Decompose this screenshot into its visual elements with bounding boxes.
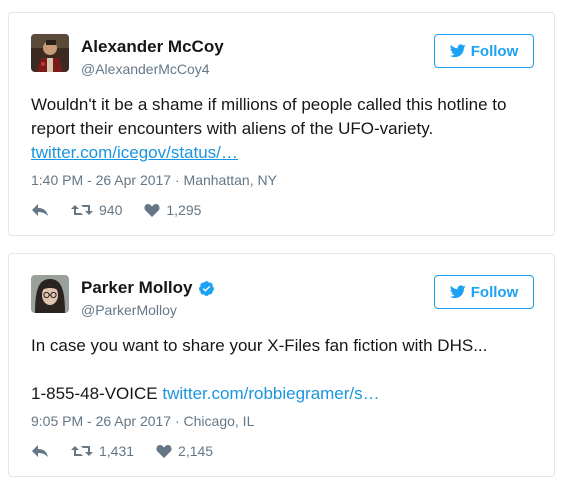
twitter-bird-icon: [449, 44, 466, 58]
retweet-icon: [71, 446, 93, 456]
like-button[interactable]: 2,145: [156, 443, 213, 459]
like-icon: [156, 445, 172, 458]
tweet-card: Alexander McCoy @AlexanderMcCoy4 Follow …: [8, 12, 555, 236]
avatar[interactable]: [31, 34, 69, 72]
author-name[interactable]: Alexander McCoy: [81, 37, 224, 57]
tweet-actions: 1,431 2,145: [31, 443, 235, 459]
retweet-button[interactable]: 940: [71, 202, 122, 218]
follow-label: Follow: [470, 283, 519, 301]
tweet-text-line: 1-855-48-VOICE twitter.com/robbiegramer/…: [31, 382, 536, 406]
like-count: 2,145: [178, 443, 214, 459]
tweet-actions: 940 1,295: [31, 202, 223, 218]
tweet-link[interactable]: twitter.com/robbiegramer/s…: [162, 384, 379, 403]
tweet-text: Wouldn't it be a shame if millions of pe…: [31, 93, 536, 165]
like-icon: [144, 204, 160, 217]
avatar[interactable]: [31, 275, 69, 313]
tweet-timestamp-location[interactable]: 9:05 PM - 26 Apr 2017 · Chicago, IL: [31, 413, 254, 429]
retweet-icon: [71, 205, 93, 215]
tweet-timestamp-location[interactable]: 1:40 PM - 26 Apr 2017 · Manhattan, NY: [31, 172, 277, 188]
like-count: 1,295: [166, 202, 202, 218]
reply-icon: [32, 204, 48, 216]
follow-button[interactable]: Follow: [434, 34, 534, 68]
follow-button[interactable]: Follow: [434, 275, 534, 309]
follow-label: Follow: [470, 42, 519, 60]
author-name[interactable]: Parker Molloy: [81, 278, 193, 298]
author-handle[interactable]: @ParkerMolloy: [81, 302, 177, 318]
retweet-button[interactable]: 1,431: [71, 443, 134, 459]
tweet-body: Wouldn't it be a shame if millions of pe…: [31, 95, 507, 138]
retweet-count: 940: [99, 202, 123, 218]
reply-icon: [32, 445, 48, 457]
verified-badge-icon: [198, 280, 214, 296]
twitter-bird-icon: [449, 285, 466, 299]
tweet-text: In case you want to share your X-Files f…: [31, 334, 536, 358]
tweet-body: In case you want to share your X-Files f…: [31, 336, 488, 355]
retweet-count: 1,431: [99, 443, 135, 459]
tweet-card: Parker Molloy @ParkerMolloy Follow In ca…: [8, 253, 555, 477]
author-handle[interactable]: @AlexanderMcCoy4: [81, 61, 210, 77]
tweet-link[interactable]: twitter.com/icegov/status/…: [31, 143, 238, 162]
reply-button[interactable]: [31, 444, 49, 458]
author-name-row: Alexander McCoy: [81, 37, 224, 57]
tweet-phone: 1-855-48-VOICE: [31, 384, 158, 403]
author-name-row: Parker Molloy: [81, 278, 215, 298]
like-button[interactable]: 1,295: [144, 202, 201, 218]
reply-button[interactable]: [31, 203, 49, 217]
